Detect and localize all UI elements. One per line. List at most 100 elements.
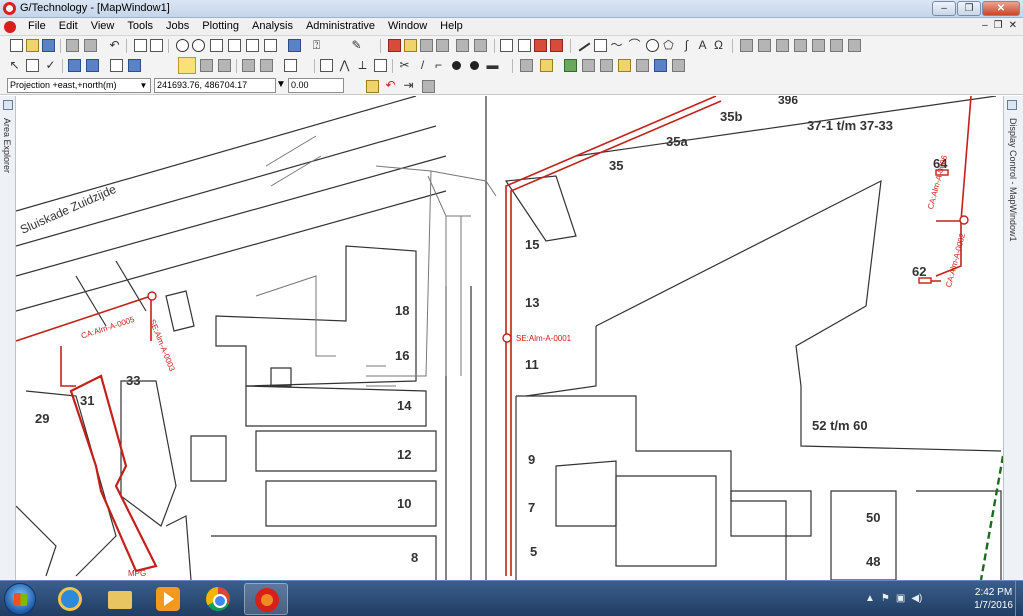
- delete-feature-icon[interactable]: [456, 39, 469, 52]
- redline-icon[interactable]: [110, 59, 123, 72]
- paste-icon[interactable]: [150, 39, 163, 52]
- feature-explorer-icon[interactable]: [68, 59, 81, 72]
- extend-icon[interactable]: [830, 39, 843, 52]
- file-explorer-taskbar-button[interactable]: [98, 583, 142, 615]
- document-menu-icon[interactable]: [4, 21, 16, 33]
- pin-icon[interactable]: [3, 100, 13, 110]
- network-icon[interactable]: ▣: [896, 593, 905, 604]
- continue-icon[interactable]: [200, 59, 213, 72]
- clock[interactable]: 2:42 PM 1/7/2016: [974, 586, 1013, 612]
- previous-view-icon[interactable]: [264, 39, 277, 52]
- disk-icon[interactable]: [420, 39, 433, 52]
- measure-icon[interactable]: ⟂: [356, 59, 369, 72]
- select-fence-icon[interactable]: [26, 59, 39, 72]
- display-control-panel[interactable]: Display Control - MapWindow1: [1003, 96, 1023, 580]
- validate-icon[interactable]: [242, 59, 255, 72]
- edit-feature-icon[interactable]: ✎: [350, 39, 363, 52]
- draw-line-icon[interactable]: /: [416, 59, 429, 72]
- grid-icon[interactable]: [550, 39, 563, 52]
- break-icon[interactable]: [848, 39, 861, 52]
- menu-help[interactable]: Help: [440, 20, 463, 32]
- undo-icon[interactable]: ↶: [108, 39, 121, 52]
- print-preview-icon[interactable]: [84, 39, 97, 52]
- zoom-out-icon[interactable]: [192, 39, 205, 52]
- zoom-in-icon[interactable]: [176, 39, 189, 52]
- review-icon[interactable]: [636, 59, 649, 72]
- design-icon[interactable]: [618, 59, 631, 72]
- menu-jobs[interactable]: Jobs: [166, 20, 189, 32]
- group-icon[interactable]: [284, 59, 297, 72]
- sketch-icon[interactable]: [582, 59, 595, 72]
- menu-file[interactable]: File: [28, 20, 46, 32]
- maximize-button[interactable]: ❐: [957, 1, 981, 16]
- redo-edit-icon[interactable]: ⇥: [402, 79, 415, 92]
- cut-icon[interactable]: ✂: [398, 59, 411, 72]
- mdi-restore-button[interactable]: ❐: [994, 20, 1003, 31]
- map-canvas[interactable]: Sluiskade Zuidzijde 396 35b 37-1 t/m 37-…: [16, 96, 1003, 580]
- menu-view[interactable]: View: [91, 20, 115, 32]
- undo-edit-icon[interactable]: ↶: [384, 79, 397, 92]
- relate-icon[interactable]: [218, 59, 231, 72]
- open-icon[interactable]: [26, 39, 39, 52]
- select-arrow-icon[interactable]: ↖: [8, 59, 21, 72]
- tray-expand-icon[interactable]: ▲: [865, 593, 875, 604]
- annotation-icon[interactable]: [540, 59, 553, 72]
- peak-line-icon[interactable]: ⋀: [338, 59, 351, 72]
- draw-arc-icon[interactable]: ⌐: [432, 59, 445, 72]
- line-weight-icon[interactable]: ▬: [486, 59, 499, 72]
- projection-select[interactable]: Projection +east,+north(m) ▼: [7, 78, 151, 93]
- media-player-taskbar-button[interactable]: [146, 583, 190, 615]
- menu-analysis[interactable]: Analysis: [252, 20, 293, 32]
- copy-feature-icon[interactable]: [436, 39, 449, 52]
- show-desktop-button[interactable]: [1015, 581, 1023, 616]
- display-control-tab[interactable]: Display Control - MapWindow1: [1008, 118, 1018, 242]
- area-explorer-panel[interactable]: Area Explorer: [0, 96, 16, 580]
- copy-icon[interactable]: [134, 39, 147, 52]
- symbol-icon[interactable]: Ω: [712, 39, 725, 52]
- trim-icon[interactable]: [812, 39, 825, 52]
- folder-icon[interactable]: [404, 39, 417, 52]
- menu-tools[interactable]: Tools: [127, 20, 153, 32]
- select-line-icon[interactable]: ✓: [44, 59, 57, 72]
- menu-plotting[interactable]: Plotting: [202, 20, 239, 32]
- volume-icon[interactable]: ◀): [911, 593, 922, 604]
- legend-icon[interactable]: [128, 59, 141, 72]
- move-icon[interactable]: [776, 39, 789, 52]
- new-icon[interactable]: [10, 39, 23, 52]
- report-icon[interactable]: [388, 39, 401, 52]
- highlight-icon[interactable]: [534, 39, 547, 52]
- fence-icon[interactable]: [500, 39, 513, 52]
- minimize-button[interactable]: –: [932, 1, 956, 16]
- start-button[interactable]: [4, 583, 36, 615]
- coordinate-readout[interactable]: 241693.76, 486704.17: [154, 78, 276, 93]
- arc-icon[interactable]: ⌒: [628, 39, 641, 52]
- query-icon[interactable]: ⍰: [310, 39, 323, 52]
- table-icon[interactable]: [474, 39, 487, 52]
- text-tool-icon[interactable]: [374, 59, 387, 72]
- rectangle-icon[interactable]: [594, 39, 607, 52]
- mdi-close-button[interactable]: ✕: [1009, 20, 1017, 31]
- menu-window[interactable]: Window: [388, 20, 427, 32]
- trace-icon[interactable]: [260, 59, 273, 72]
- menu-administrative[interactable]: Administrative: [306, 20, 375, 32]
- node-icon[interactable]: [452, 61, 461, 70]
- polygon-icon[interactable]: ⬠: [662, 39, 675, 52]
- curve-icon[interactable]: ∫: [680, 39, 693, 52]
- g-technology-app-icon[interactable]: [3, 2, 16, 15]
- ellipse-icon[interactable]: [646, 39, 659, 52]
- polyline-icon[interactable]: 〜: [610, 39, 623, 52]
- mdi-minimize-button[interactable]: –: [982, 20, 988, 31]
- user-icon[interactable]: [654, 59, 667, 72]
- select-all-icon[interactable]: [518, 39, 531, 52]
- g-technology-taskbar-button[interactable]: [244, 583, 288, 615]
- point-icon[interactable]: [470, 61, 479, 70]
- place-feature-icon[interactable]: [178, 57, 196, 74]
- close-button[interactable]: ✕: [982, 1, 1020, 16]
- rotate-icon[interactable]: [758, 39, 771, 52]
- locate-icon[interactable]: [288, 39, 301, 52]
- network-icon[interactable]: [520, 59, 533, 72]
- workorder-icon[interactable]: [600, 59, 613, 72]
- snap-icon[interactable]: [740, 39, 753, 52]
- zoom-window-icon[interactable]: [228, 39, 241, 52]
- angle-field[interactable]: 0.00: [288, 78, 344, 93]
